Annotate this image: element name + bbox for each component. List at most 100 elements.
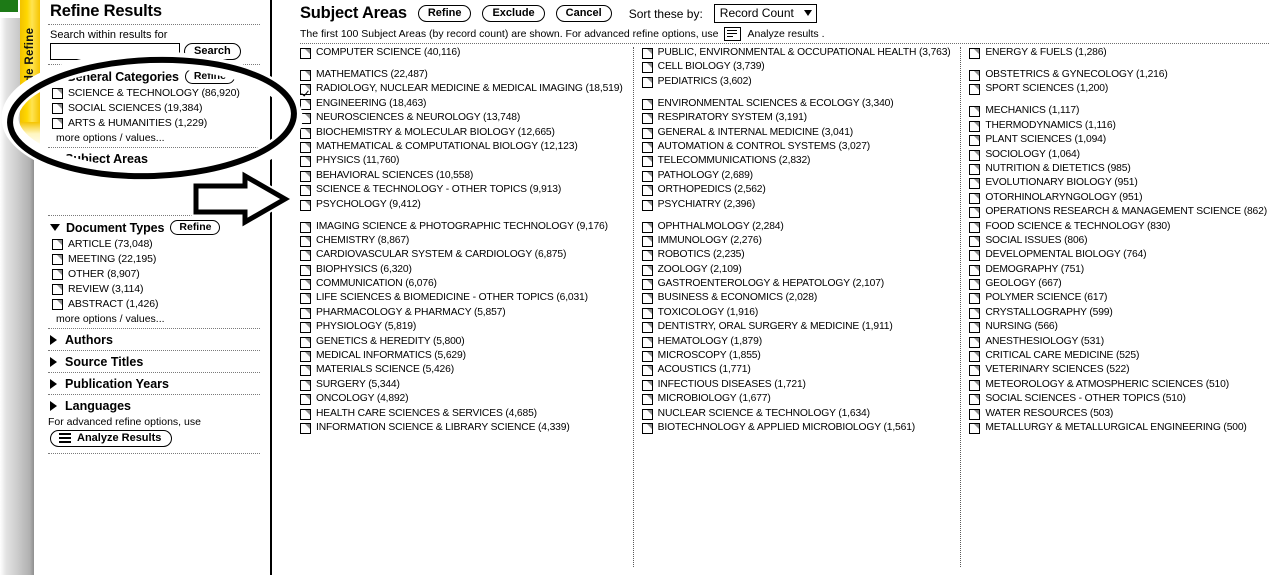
subject-area-row[interactable]: MEDICAL INFORMATICS (5,629) — [300, 350, 627, 363]
checkbox-icon[interactable] — [969, 192, 981, 204]
subject-area-row[interactable]: FOOD SCIENCE & TECHNOLOGY (830) — [969, 221, 1269, 233]
checkbox-icon[interactable] — [300, 322, 311, 334]
document-types-header[interactable]: Document Types Refine — [50, 220, 262, 235]
subject-area-row[interactable]: OTORHINOLARYNGOLOGY (951) — [969, 192, 1269, 204]
search-input[interactable] — [50, 43, 180, 60]
checkbox-icon[interactable] — [300, 235, 311, 247]
subject-area-row[interactable]: ENERGY & FUELS (1,286) — [969, 47, 1269, 59]
checkbox-icon[interactable] — [969, 135, 981, 147]
checkbox-icon[interactable] — [969, 106, 981, 118]
subject-area-row[interactable]: GEOLOGY (667) — [969, 278, 1269, 291]
checkbox-icon[interactable] — [300, 264, 311, 276]
subject-area-row[interactable]: GENERAL & INTERNAL MEDICINE (3,041) — [641, 127, 955, 139]
subject-area-row[interactable]: SPORT SCIENCES (1,200) — [969, 83, 1269, 96]
subject-area-row[interactable]: LIFE SCIENCES & BIOMEDICINE - OTHER TOPI… — [300, 292, 627, 305]
subject-area-row[interactable]: PSYCHIATRY (2,396) — [641, 199, 955, 211]
checkbox-icon[interactable] — [52, 103, 63, 114]
subject-area-row[interactable]: MICROSCOPY (1,855) — [641, 350, 955, 363]
checkbox-icon[interactable] — [641, 307, 653, 319]
checkbox-icon[interactable] — [641, 322, 653, 334]
checkbox-icon[interactable] — [969, 250, 981, 262]
checkbox-icon[interactable] — [969, 163, 981, 175]
subject-area-row[interactable]: PEDIATRICS (3,602) — [641, 76, 955, 88]
subject-area-row[interactable]: CELL BIOLOGY (3,739) — [641, 61, 955, 74]
subject-area-row[interactable]: HEMATOLOGY (1,879) — [641, 336, 955, 348]
facet-row[interactable]: SCIENCE & TECHNOLOGY (86,920) — [52, 87, 262, 100]
general-categories-more-link[interactable]: more options / values... — [56, 132, 262, 144]
sidebar-item-source-titles[interactable]: Source Titles — [50, 355, 262, 369]
checkbox-icon[interactable] — [969, 84, 981, 96]
checkbox-icon[interactable] — [641, 48, 653, 59]
checkbox-icon[interactable] — [641, 127, 653, 139]
subject-area-row[interactable]: MECHANICS (1,117) — [969, 105, 1269, 118]
checkbox-icon[interactable] — [969, 70, 981, 81]
checkbox-icon[interactable] — [300, 185, 311, 197]
checkbox-icon[interactable] — [641, 293, 653, 305]
subject-area-row[interactable]: CARDIOVASCULAR SYSTEM & CARDIOLOGY (6,87… — [300, 249, 627, 262]
checkbox-icon[interactable] — [641, 422, 653, 434]
facet-row[interactable]: ARTS & HUMANITIES (1,229) — [52, 117, 262, 130]
checkbox-icon[interactable] — [641, 351, 653, 363]
checkbox-icon[interactable] — [300, 199, 311, 211]
subject-area-row[interactable]: ACOUSTICS (1,771) — [641, 364, 955, 377]
subject-area-row[interactable]: DEVELOPMENTAL BIOLOGY (764) — [969, 249, 1269, 262]
subject-area-row[interactable]: SCIENCE & TECHNOLOGY - OTHER TOPICS (9,9… — [300, 184, 627, 197]
checkbox-icon[interactable] — [969, 351, 981, 363]
general-categories-header[interactable]: General Categories Refine — [50, 69, 262, 84]
subject-area-row[interactable]: PATHOLOGY (2,689) — [641, 170, 955, 182]
subject-area-row[interactable]: RADIOLOGY, NUCLEAR MEDICINE & MEDICAL IM… — [300, 83, 627, 96]
sidebar-item-authors[interactable]: Authors — [50, 333, 262, 347]
subject-area-row[interactable]: METALLURGY & METALLURGICAL ENGINEERING (… — [969, 422, 1269, 434]
checkbox-icon[interactable] — [52, 284, 63, 295]
subject-area-row[interactable]: DENTISTRY, ORAL SURGERY & MEDICINE (1,91… — [641, 321, 955, 334]
checkbox-icon[interactable] — [969, 408, 981, 420]
checkbox-icon[interactable] — [969, 120, 981, 132]
checkbox-icon[interactable] — [641, 185, 653, 197]
refine-button[interactable]: Refine — [417, 5, 472, 22]
subject-area-row[interactable]: POLYMER SCIENCE (617) — [969, 292, 1269, 305]
subject-area-row[interactable]: CHEMISTRY (8,867) — [300, 235, 627, 247]
hide-refine-tab[interactable]: Hide Refine — [20, 0, 41, 122]
checkbox-icon[interactable] — [641, 264, 653, 276]
checkbox-icon[interactable] — [300, 365, 311, 377]
subject-area-row[interactable]: DEMOGRAPHY (751) — [969, 264, 1269, 276]
checkbox-icon[interactable] — [52, 254, 63, 265]
document-types-refine-button[interactable]: Refine — [170, 220, 221, 235]
analyze-results-button[interactable]: Analyze Results — [50, 430, 173, 447]
checkbox-icon[interactable] — [969, 207, 981, 219]
checkbox-icon[interactable] — [641, 62, 653, 74]
checkbox-icon[interactable] — [300, 170, 311, 182]
checkbox-icon[interactable] — [300, 408, 311, 420]
subject-area-row[interactable]: SURGERY (5,344) — [300, 379, 627, 391]
subject-area-row[interactable]: HEALTH CARE SCIENCES & SERVICES (4,685) — [300, 408, 627, 420]
checkbox-icon[interactable] — [969, 178, 981, 190]
subject-area-row[interactable]: PHYSICS (11,760) — [300, 155, 627, 168]
checkbox-icon[interactable] — [969, 322, 981, 334]
checkbox-icon[interactable] — [300, 221, 311, 233]
sidebar-item-languages[interactable]: Languages — [50, 399, 262, 413]
checkbox-icon[interactable] — [641, 141, 653, 153]
checkbox-icon[interactable] — [969, 264, 981, 276]
sort-select[interactable]: Record Count — [713, 4, 817, 23]
checkbox-icon[interactable] — [969, 307, 981, 319]
subject-area-row[interactable]: RESPIRATORY SYSTEM (3,191) — [641, 112, 955, 125]
checkbox-icon[interactable] — [641, 408, 653, 420]
checkbox-icon[interactable] — [641, 76, 653, 88]
checkbox-icon[interactable] — [300, 379, 311, 391]
checkbox-icon[interactable] — [52, 88, 63, 99]
exclude-button[interactable]: Exclude — [482, 5, 545, 22]
checkbox-icon[interactable] — [969, 48, 981, 59]
checkbox-icon[interactable] — [300, 141, 311, 153]
subject-area-row[interactable]: GASTROENTEROLOGY & HEPATOLOGY (2,107) — [641, 278, 955, 291]
subject-area-row[interactable]: ONCOLOGY (4,892) — [300, 393, 627, 406]
checkbox-icon[interactable] — [969, 422, 981, 434]
subject-area-row[interactable]: SOCIAL SCIENCES - OTHER TOPICS (510) — [969, 393, 1269, 406]
facet-row[interactable]: REVIEW (3,114) — [52, 283, 262, 296]
subject-area-row[interactable]: GENETICS & HEREDITY (5,800) — [300, 336, 627, 348]
checkbox-icon[interactable] — [300, 48, 311, 59]
checkbox-icon[interactable] — [300, 293, 311, 305]
facet-row[interactable]: ARTICLE (73,048) — [52, 238, 262, 251]
search-button[interactable]: Search — [184, 43, 241, 60]
subject-area-row[interactable]: PHYSIOLOGY (5,819) — [300, 321, 627, 334]
checkbox-icon[interactable] — [52, 269, 63, 280]
